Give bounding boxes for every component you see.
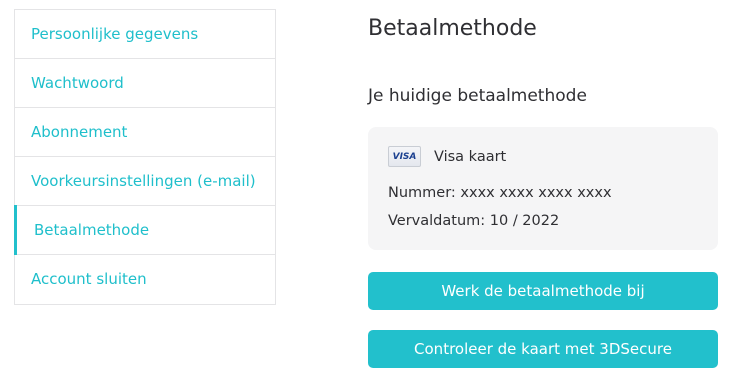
visa-card-icon: VISA [388,146,421,167]
payment-method-card: VISA Visa kaart Nummer: xxxx xxxx xxxx x… [368,127,718,250]
sidebar-item-subscription[interactable]: Abonnement [15,108,275,157]
sidebar-item-close-account[interactable]: Account sluiten [15,255,275,304]
sidebar-item-personal-details[interactable]: Persoonlijke gegevens [15,10,275,59]
card-expiry: Vervaldatum: 10 / 2022 [388,213,560,229]
settings-sidebar: Persoonlijke gegevens Wachtwoord Abonnem… [14,9,276,305]
card-number: Nummer: xxxx xxxx xxxx xxxx [388,185,612,201]
card-brand-name: Visa kaart [434,148,507,165]
verify-3dsecure-button[interactable]: Controleer de kaart met 3DSecure [368,330,718,368]
sidebar-item-email-preferences[interactable]: Voorkeursinstellingen (e-mail) [15,157,275,206]
sidebar-item-payment-method[interactable]: Betaalmethode [14,205,275,255]
page-title: Betaalmethode [368,16,537,41]
update-payment-method-button[interactable]: Werk de betaalmethode bij [368,272,718,310]
card-brand-row: VISA Visa kaart [388,146,698,167]
section-subtitle: Je huidige betaalmethode [368,86,587,106]
sidebar-item-password[interactable]: Wachtwoord [15,59,275,108]
